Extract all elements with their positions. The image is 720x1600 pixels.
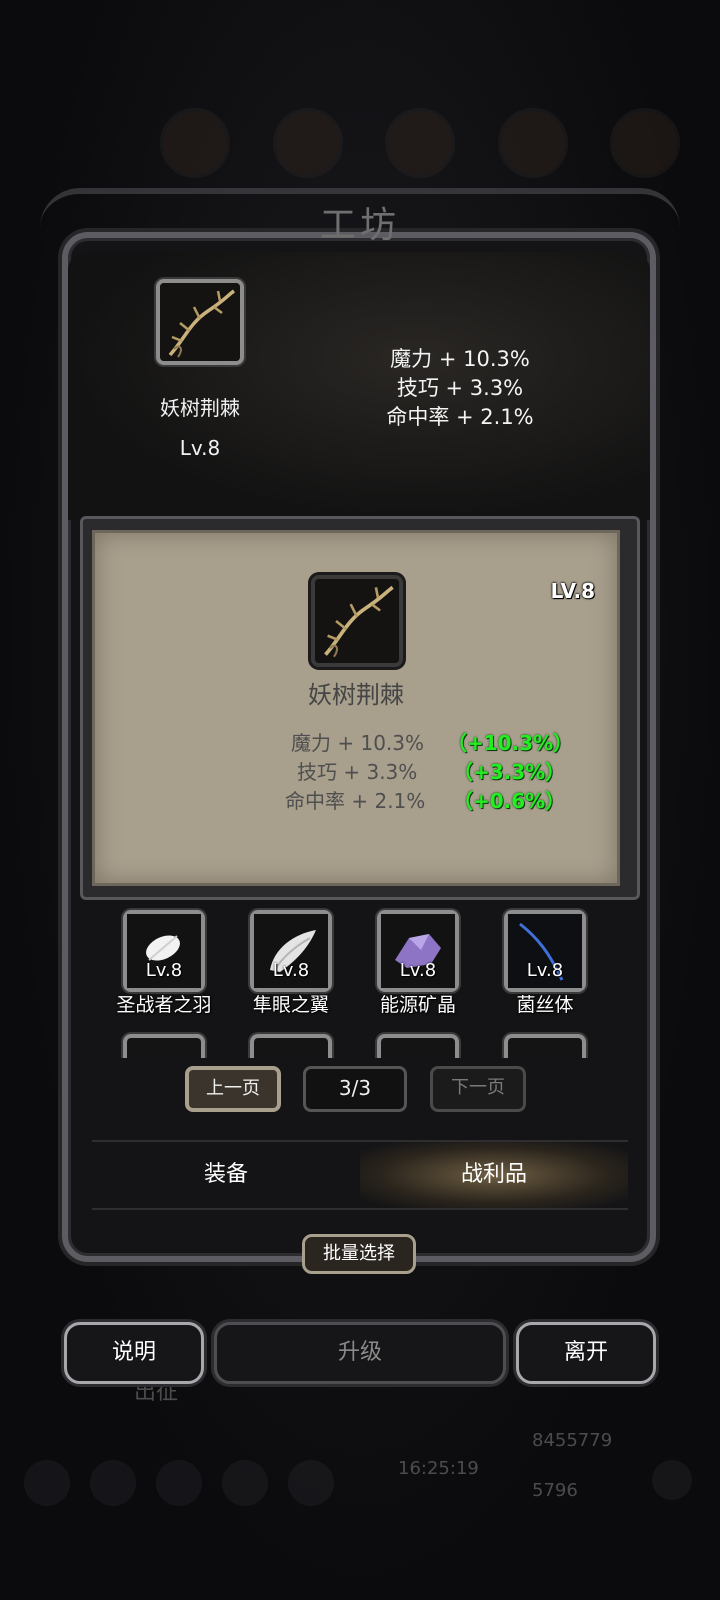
- thorn-branch-icon: [123, 1034, 205, 1058]
- detail-item-name: 妖树荆棘: [308, 681, 404, 709]
- item-name: 菌丝体: [516, 994, 574, 1016]
- selected-item-level: Lv.8: [179, 436, 221, 460]
- detail-stat-hit: 命中率 + 2.1%: [285, 789, 426, 813]
- prev-page-button[interactable]: 上一页: [185, 1066, 281, 1112]
- inventory-item[interactable]: Lv.8 菌丝体: [485, 910, 605, 1016]
- item-detail-card: LV.8 妖树荆棘 魔力 + 10.3% （+10.3%） 技巧 + 3.3% …: [92, 530, 620, 886]
- background-bottom-bar: [0, 1400, 720, 1520]
- inventory-item[interactable]: Lv.8 圣战者之羽: [104, 910, 224, 1016]
- detail-bonus-skill: （+3.3%）: [453, 760, 566, 784]
- inventory-item[interactable]: [485, 1034, 605, 1058]
- inventory-item[interactable]: Lv.8 能源矿晶: [358, 910, 478, 1016]
- inventory-item[interactable]: [104, 1034, 224, 1058]
- item-level: Lv.8: [399, 960, 437, 981]
- item-level: Lv.8: [145, 960, 183, 981]
- stat-line: 魔力 + 10.3%: [390, 347, 530, 371]
- inventory-grid: Lv.8 圣战者之羽 Lv.8 隼眼之翼 Lv.8 能源矿晶 Lv.8 菌丝体: [92, 898, 628, 1058]
- detail-level: LV.8: [550, 579, 595, 603]
- thorn-branch-icon[interactable]: [156, 279, 244, 365]
- bottom-nav-icon: [156, 1460, 202, 1506]
- thorn-branch-icon: [504, 1034, 586, 1058]
- thorn-branch-icon: [377, 1034, 459, 1058]
- inventory-item[interactable]: Lv.8 隼眼之翼: [231, 910, 351, 1016]
- item-name: 隼眼之翼: [252, 994, 329, 1016]
- detail-bonus-magic: （+10.3%）: [447, 731, 574, 755]
- panel-title: 工坊: [319, 205, 400, 246]
- item-name: 圣战者之羽: [116, 994, 212, 1016]
- tab-loot[interactable]: 战利品: [360, 1142, 628, 1208]
- selected-item-stats: 魔力 + 10.3% 技巧 + 3.3% 命中率 + 2.1%: [370, 345, 550, 432]
- upgrade-button[interactable]: 升级: [214, 1322, 506, 1384]
- resource-icon: [497, 108, 568, 178]
- detail-bonus-hit: （+0.6%）: [453, 789, 566, 813]
- stat-line: 命中率 + 2.1%: [386, 405, 534, 429]
- bottom-nav-icon: [24, 1460, 70, 1506]
- selected-item-name: 妖树荆棘: [160, 396, 240, 420]
- category-tabs: 装备 战利品: [92, 1140, 628, 1210]
- inventory-item[interactable]: [231, 1034, 351, 1058]
- thorn-branch-icon: [311, 575, 403, 667]
- thorn-branch-icon: [250, 1034, 332, 1058]
- item-level: Lv.8: [526, 960, 564, 981]
- inventory-item[interactable]: [358, 1034, 478, 1058]
- clock-text: 16:25:19: [398, 1458, 479, 1479]
- next-page-button[interactable]: 下一页: [430, 1066, 526, 1112]
- bottom-nav-icon: [222, 1460, 268, 1506]
- tab-equipment[interactable]: 装备: [92, 1142, 360, 1208]
- bottom-nav-icon: [90, 1460, 136, 1506]
- resource-icon: [160, 108, 230, 178]
- detail-stat-magic: 魔力 + 10.3%: [291, 731, 425, 755]
- batch-select-button[interactable]: 批量选择: [302, 1234, 416, 1274]
- gold-amount: 8455779: [532, 1430, 613, 1451]
- detail-stat-skill: 技巧 + 3.3%: [297, 760, 418, 784]
- gem-amount: 5796: [532, 1480, 578, 1501]
- leave-button[interactable]: 离开: [516, 1322, 656, 1384]
- bottom-nav-icon: [288, 1460, 334, 1506]
- item-name: 能源矿晶: [379, 994, 456, 1016]
- resource-icon: [272, 108, 343, 178]
- page-indicator: 3/3: [303, 1066, 407, 1112]
- background-resource-icons: [160, 108, 680, 188]
- add-icon: [652, 1460, 692, 1500]
- help-button[interactable]: 说明: [64, 1322, 204, 1384]
- stat-line: 技巧 + 3.3%: [396, 376, 524, 400]
- item-level: Lv.8: [272, 960, 310, 981]
- resource-icon: [610, 108, 680, 178]
- resource-icon: [385, 108, 455, 178]
